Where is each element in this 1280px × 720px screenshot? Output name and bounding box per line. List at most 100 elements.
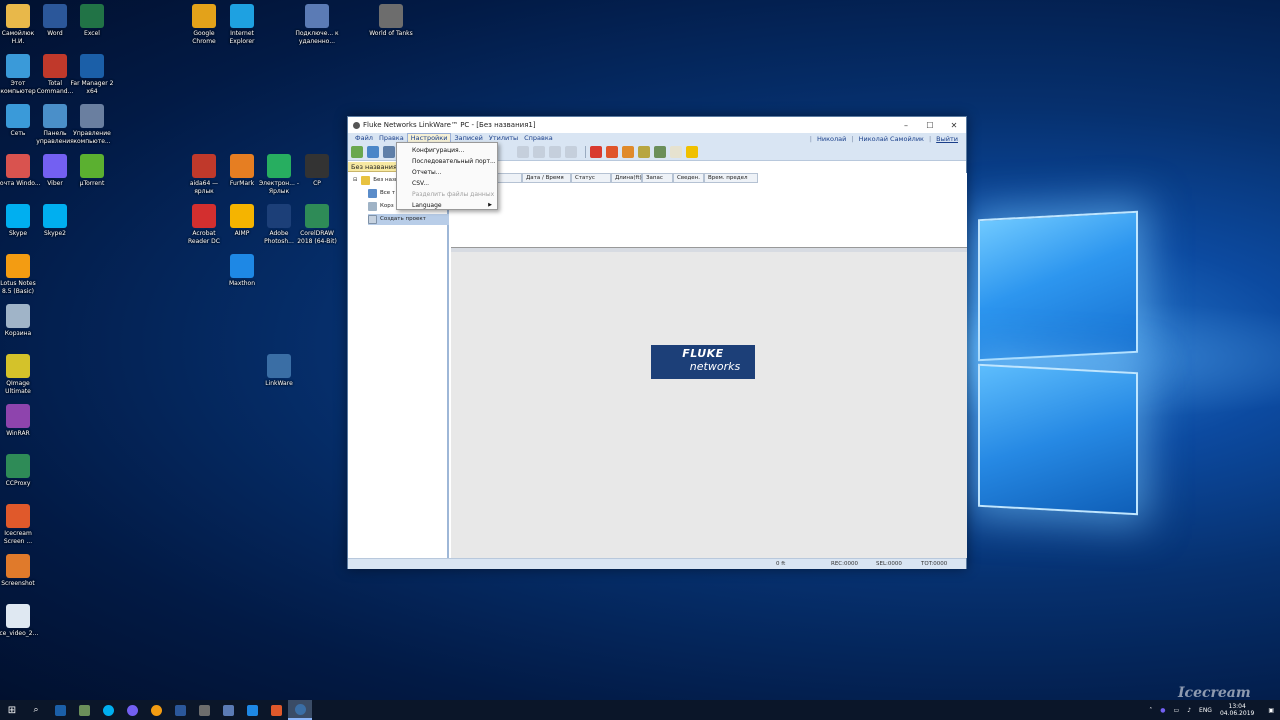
lotus-notes-icon [6, 254, 30, 278]
save-icon[interactable] [383, 146, 395, 158]
taskbar-skype[interactable] [96, 700, 120, 720]
fluke-networks-logo: FLUKE networks [651, 345, 755, 379]
menu-item-language[interactable]: Language ▶ [397, 200, 497, 211]
desktop-icon-remote-desktop[interactable]: Подключе... к удаленно... [294, 4, 340, 46]
menu-item-reports[interactable]: Отчеты... [397, 167, 497, 178]
last-icon[interactable] [565, 146, 577, 158]
import-icon[interactable] [622, 146, 634, 158]
open-icon[interactable] [367, 146, 379, 158]
col-header-datetime[interactable]: Дата / Время [522, 173, 571, 183]
close-button[interactable]: ✕ [942, 121, 966, 130]
tree-node-create-project[interactable]: Создать проект [368, 214, 449, 225]
taskbar-lotus[interactable] [144, 700, 168, 720]
desktop-icon-label: World of Tanks [369, 30, 413, 37]
remote-desktop-icon [222, 704, 234, 716]
status-tot: TOT:0000 [921, 561, 948, 567]
input-language[interactable]: ENG [1199, 707, 1212, 714]
taskbar-linkware[interactable] [288, 700, 312, 720]
desktop-icon-label: Internet Explorer [229, 30, 255, 45]
download-all-icon[interactable] [606, 146, 618, 158]
desktop-icon-cp[interactable]: CP [294, 154, 340, 188]
col-header-margin[interactable]: Запас [642, 173, 673, 183]
col-header-length[interactable]: Длина(ft) [611, 173, 642, 183]
menu-item-split-files: Разделить файлы данных [412, 191, 495, 198]
remote-desktop-icon [305, 4, 329, 28]
test-results-table[interactable] [451, 173, 967, 248]
taskbar-search-button[interactable]: ⌕ [24, 700, 48, 720]
tray-viber-icon[interactable]: ● [1160, 707, 1165, 714]
desktop-icon-lotus-notes[interactable]: Lotus Notes 8.5 (Basic) [0, 254, 41, 296]
desktop-icon-wot[interactable]: World of Tanks [368, 4, 414, 38]
desktop-icon-ccproxy[interactable]: CCProxy [0, 454, 41, 488]
first-icon[interactable] [517, 146, 529, 158]
taskbar-word[interactable] [168, 700, 192, 720]
desktop-icon-video-file[interactable]: ice_video_2... [0, 604, 41, 638]
far-manager-icon [54, 704, 66, 716]
desktop-icon-screenshot[interactable]: Screenshot [0, 554, 41, 588]
clock[interactable]: 13:04 04.06.2019 [1220, 703, 1254, 717]
menu-item-csv[interactable]: CSV... [397, 178, 497, 189]
desktop-icon-label: Корзина [4, 330, 32, 337]
new-icon[interactable] [351, 146, 363, 158]
desktop-icon-coreldraw[interactable]: CorelDRAW 2018 (64-Bit) [294, 204, 340, 246]
network-icon[interactable]: ▭ [1174, 707, 1180, 714]
notifications-icon[interactable]: ▣ [1268, 707, 1274, 714]
taskbar-icecream[interactable] [264, 700, 288, 720]
icecream-icon [270, 704, 282, 716]
desktop-icon-excel[interactable]: Excel [69, 4, 115, 38]
desktop-icon-utorrent[interactable]: µTorrent [69, 154, 115, 188]
photoshop-icon [267, 204, 291, 228]
status-sel: SEL:0000 [876, 561, 902, 567]
detail-pane: FLUKE networks [451, 252, 967, 558]
menu-item-serial-port[interactable]: Последовательный порт... [397, 156, 497, 167]
desktop-icon-computer-management[interactable]: Управление компьюте... [69, 104, 115, 146]
desktop-icon-icecream[interactable]: Icecream Screen ... [0, 504, 41, 546]
desktop-icon-linkware[interactable]: LinkWare [256, 354, 302, 388]
minimize-button[interactable]: – [894, 121, 918, 130]
logout-link[interactable]: Выйти [931, 135, 966, 143]
tree-node-all-tests[interactable]: Все т [368, 188, 395, 199]
taskbar-app-2[interactable] [72, 700, 96, 720]
menu-file[interactable]: Файл [352, 133, 376, 144]
next-icon[interactable] [549, 146, 561, 158]
total-commander-icon [43, 54, 67, 78]
aida64-icon [192, 154, 216, 178]
lw-icon[interactable] [686, 146, 698, 158]
desktop-icon-qimage[interactable]: QImage Ultimate [0, 354, 41, 396]
desktop-icon-recycle-bin[interactable]: Корзина [0, 304, 41, 338]
window-titlebar[interactable]: Fluke Networks LinkWare™ PC - [Без назва… [348, 117, 966, 133]
windows-start-icon: ⊞ [7, 704, 17, 716]
chart-icon[interactable] [670, 146, 682, 158]
database-icon [361, 176, 371, 185]
maximize-button[interactable]: ☐ [918, 121, 942, 130]
taskbar-far-manager[interactable] [48, 700, 72, 720]
tools-icon[interactable] [638, 146, 650, 158]
wot-icon [379, 4, 403, 28]
taskbar-remote[interactable] [216, 700, 240, 720]
tree-node-root[interactable]: ⊟ Без назва [353, 175, 402, 186]
prev-icon[interactable] [533, 146, 545, 158]
download-icon[interactable] [590, 146, 602, 158]
menu-item-configuration[interactable]: Конфигурация... [397, 145, 497, 156]
start-button[interactable]: ⊞ [0, 700, 24, 720]
report-icon[interactable] [654, 146, 666, 158]
desktop-icon-winrar[interactable]: WinRAR [0, 404, 41, 438]
col-header-summary[interactable]: Сведен. [673, 173, 704, 183]
menu-help[interactable]: Справка [521, 133, 556, 144]
tree-node-recycle-bin[interactable]: Корз [368, 201, 394, 212]
volume-icon[interactable]: ♪ [1187, 707, 1191, 714]
taskbar-viber[interactable] [120, 700, 144, 720]
col-header-status[interactable]: Статус [571, 173, 611, 183]
desktop-icon-label: QImage Ultimate [5, 380, 31, 395]
status-bar: 0 ft REC:0000 SEL:0000 TOT:0000 [348, 558, 966, 569]
taskbar-wot[interactable] [192, 700, 216, 720]
desktop-icon-far-manager[interactable]: Far Manager 2 x64 [69, 54, 115, 96]
lotus-notes-icon [150, 704, 162, 716]
maxthon-icon [230, 254, 254, 278]
taskbar-maxthon[interactable] [240, 700, 264, 720]
tray-up-arrow-icon[interactable]: ˄ [1149, 707, 1152, 714]
desktop-icon-maxthon[interactable]: Maxthon [219, 254, 265, 288]
col-header-limit[interactable]: Врем. предел [704, 173, 758, 183]
desktop-icon-skype2[interactable]: Skype2 [32, 204, 78, 238]
desktop-icon-ie[interactable]: Internet Explorer [219, 4, 265, 46]
